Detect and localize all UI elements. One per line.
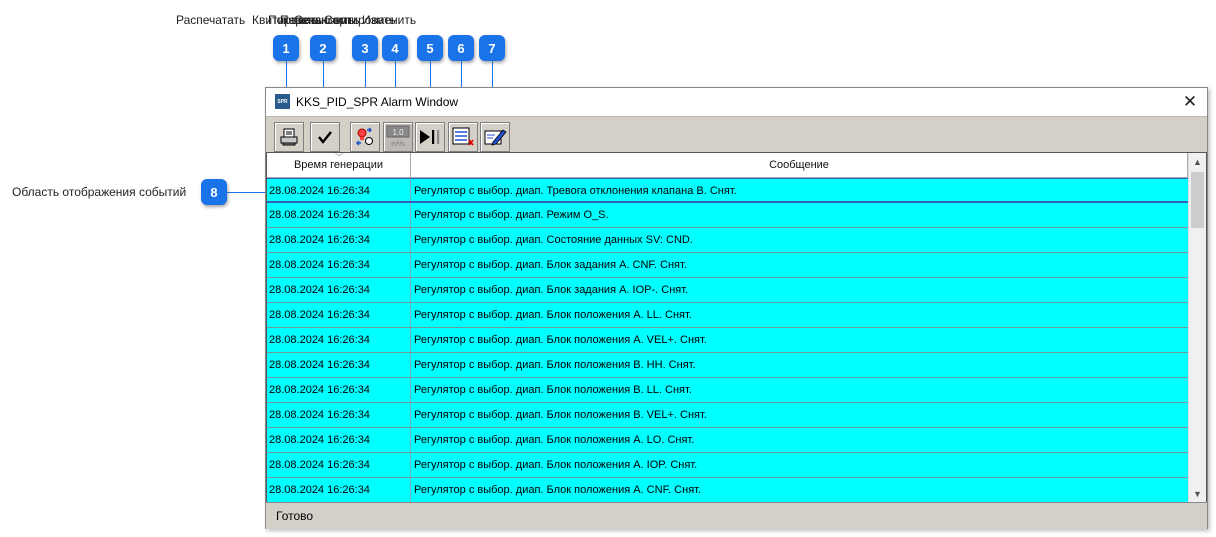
list-remove-icon [452,127,474,146]
column-divider [410,278,411,302]
column-header-message-label: Сообщение [769,159,829,171]
units-toggle-button[interactable]: 1.0 m³/s [383,122,413,152]
row-time: 28.08.2024 16:26:34 [269,259,370,271]
column-header-time[interactable]: ﹀ Время генерации [267,153,411,177]
table-row[interactable]: 28.08.2024 16:26:34 Регулятор с выбор. ди… [267,303,1188,328]
table-row[interactable]: 28.08.2024 16:26:34 Регулятор с выбор. ди… [267,403,1188,428]
events-area-label: Область отображения событий [12,185,187,199]
app-icon: SPR [275,94,290,109]
row-time: 28.08.2024 16:26:34 [269,284,370,296]
table-row[interactable]: 28.08.2024 16:26:34 Регулятор с выбор. ди… [267,228,1188,253]
row-message: Регулятор с выбор. диап. Блок положения … [414,309,692,321]
column-divider [410,253,411,277]
row-time: 28.08.2024 16:26:34 [269,459,370,471]
column-divider [410,179,411,201]
row-message: Регулятор с выбор. диап. Режим O_S. [414,209,609,221]
table-row[interactable]: 28.08.2024 16:26:34 Регулятор с выбор. ди… [267,203,1188,228]
callout-badge-8: 8 [201,179,227,205]
callout-badge-6: 6 [448,35,474,61]
row-time: 28.08.2024 16:26:34 [269,484,370,496]
table-row[interactable]: 28.08.2024 16:26:34 Регулятор с выбор. ди… [267,178,1188,203]
row-message: Регулятор с выбор. диап. Блок положения … [414,409,707,421]
events-table: ﹀ Время генерации Сообщение 28.08.2024 1… [266,152,1207,504]
column-divider [410,403,411,427]
callout-badge-7: 7 [479,35,505,61]
callout-badge-1: 1 [273,35,299,61]
row-time: 28.08.2024 16:26:34 [269,309,370,321]
column-divider [410,453,411,477]
status-text: Готово [276,509,314,523]
edit-filter-button[interactable] [480,122,510,152]
column-divider [410,378,411,402]
table-row[interactable]: 28.08.2024 16:26:34 Регулятор с выбор. ди… [267,428,1188,453]
column-divider [410,428,411,452]
table-row[interactable]: 28.08.2024 16:26:34 Регулятор с выбор. ди… [267,353,1188,378]
callout-badge-4: 4 [382,35,408,61]
row-time: 28.08.2024 16:26:34 [269,209,370,221]
units-icon: 1.0 m³/s [386,125,410,148]
row-time: 28.08.2024 16:26:34 [269,434,370,446]
scroll-down-button[interactable]: ▼ [1189,485,1206,502]
row-time: 28.08.2024 16:26:34 [269,409,370,421]
row-message: Регулятор с выбор. диап. Состояние данны… [414,234,693,246]
row-message: Регулятор с выбор. диап. Блок положения … [414,359,696,371]
row-message: Регулятор с выбор. диап. Блок задания A.… [414,259,687,271]
scroll-thumb[interactable] [1191,172,1204,228]
row-message: Регулятор с выбор. диап. Блок положения … [414,484,702,496]
row-message: Регулятор с выбор. диап. Тревога отклоне… [414,185,737,197]
alarm-filter-icon [355,127,373,146]
svg-text:m³/s: m³/s [391,141,405,148]
row-time: 28.08.2024 16:26:34 [269,185,370,197]
window-title: KKS_PID_SPR Alarm Window [296,95,459,109]
row-time: 28.08.2024 16:26:34 [269,234,370,246]
callout-label-7: Изменить [362,13,417,27]
row-message: Регулятор с выбор. диап. Блок положения … [414,334,707,346]
print-button[interactable] [274,122,304,152]
callout-line-8 [227,192,266,193]
vertical-scrollbar[interactable]: ▲ ▼ [1188,153,1206,503]
edit-note-icon [484,129,507,146]
row-message: Регулятор с выбор. диап. Блок положения … [414,384,692,396]
callout-label-1: Распечатать [176,13,246,27]
table-row[interactable]: 28.08.2024 16:26:34 Регулятор с выбор. ди… [267,478,1188,503]
column-divider [410,328,411,352]
alarm-window: SPR KKS_PID_SPR Alarm Window ✕ 1.0 m³/s … [265,87,1208,529]
row-time: 28.08.2024 16:26:34 [269,334,370,346]
callout-badge-5: 5 [417,35,443,61]
callout-badge-2: 2 [310,35,336,61]
sort-button[interactable] [448,122,478,152]
acknowledge-button[interactable] [310,122,340,152]
row-message: Регулятор с выбор. диап. Блок задания A.… [414,284,689,296]
scroll-up-button[interactable]: ▲ [1189,153,1206,170]
row-message: Регулятор с выбор. диап. Блок положения … [414,434,695,446]
title-bar: SPR KKS_PID_SPR Alarm Window ✕ [266,88,1207,116]
callout-badge-3: 3 [352,35,378,61]
row-time: 28.08.2024 16:26:34 [269,384,370,396]
row-message: Регулятор с выбор. диап. Блок положения … [414,459,698,471]
table-row[interactable]: 28.08.2024 16:26:34 Регулятор с выбор. ди… [267,253,1188,278]
sort-chevron-icon: ﹀ [335,153,343,162]
status-bar: Готово [266,502,1207,529]
table-row[interactable]: 28.08.2024 16:26:34 Регулятор с выбор. ди… [267,278,1188,303]
pause-button[interactable] [415,122,445,152]
row-time: 28.08.2024 16:26:34 [269,359,370,371]
table-row[interactable]: 28.08.2024 16:26:34 Регулятор с выбор. ди… [267,378,1188,403]
toolbar: 1.0 m³/s [266,116,1207,154]
play-pause-icon [420,130,440,144]
checkmark-icon [318,131,332,144]
column-divider [410,303,411,327]
column-header-message[interactable]: Сообщение [411,153,1188,177]
close-button[interactable]: ✕ [1179,92,1201,112]
column-divider [410,353,411,377]
table-header: ﹀ Время генерации Сообщение [267,153,1188,178]
alarm-filter-button[interactable] [350,122,380,152]
column-divider [410,478,411,502]
table-row[interactable]: 28.08.2024 16:26:34 Регулятор с выбор. ди… [267,453,1188,478]
svg-text:1.0: 1.0 [392,128,404,137]
column-divider [410,228,411,252]
table-row[interactable]: 28.08.2024 16:26:34 Регулятор с выбор. ди… [267,328,1188,353]
printer-icon [280,128,298,146]
column-divider [410,203,411,227]
